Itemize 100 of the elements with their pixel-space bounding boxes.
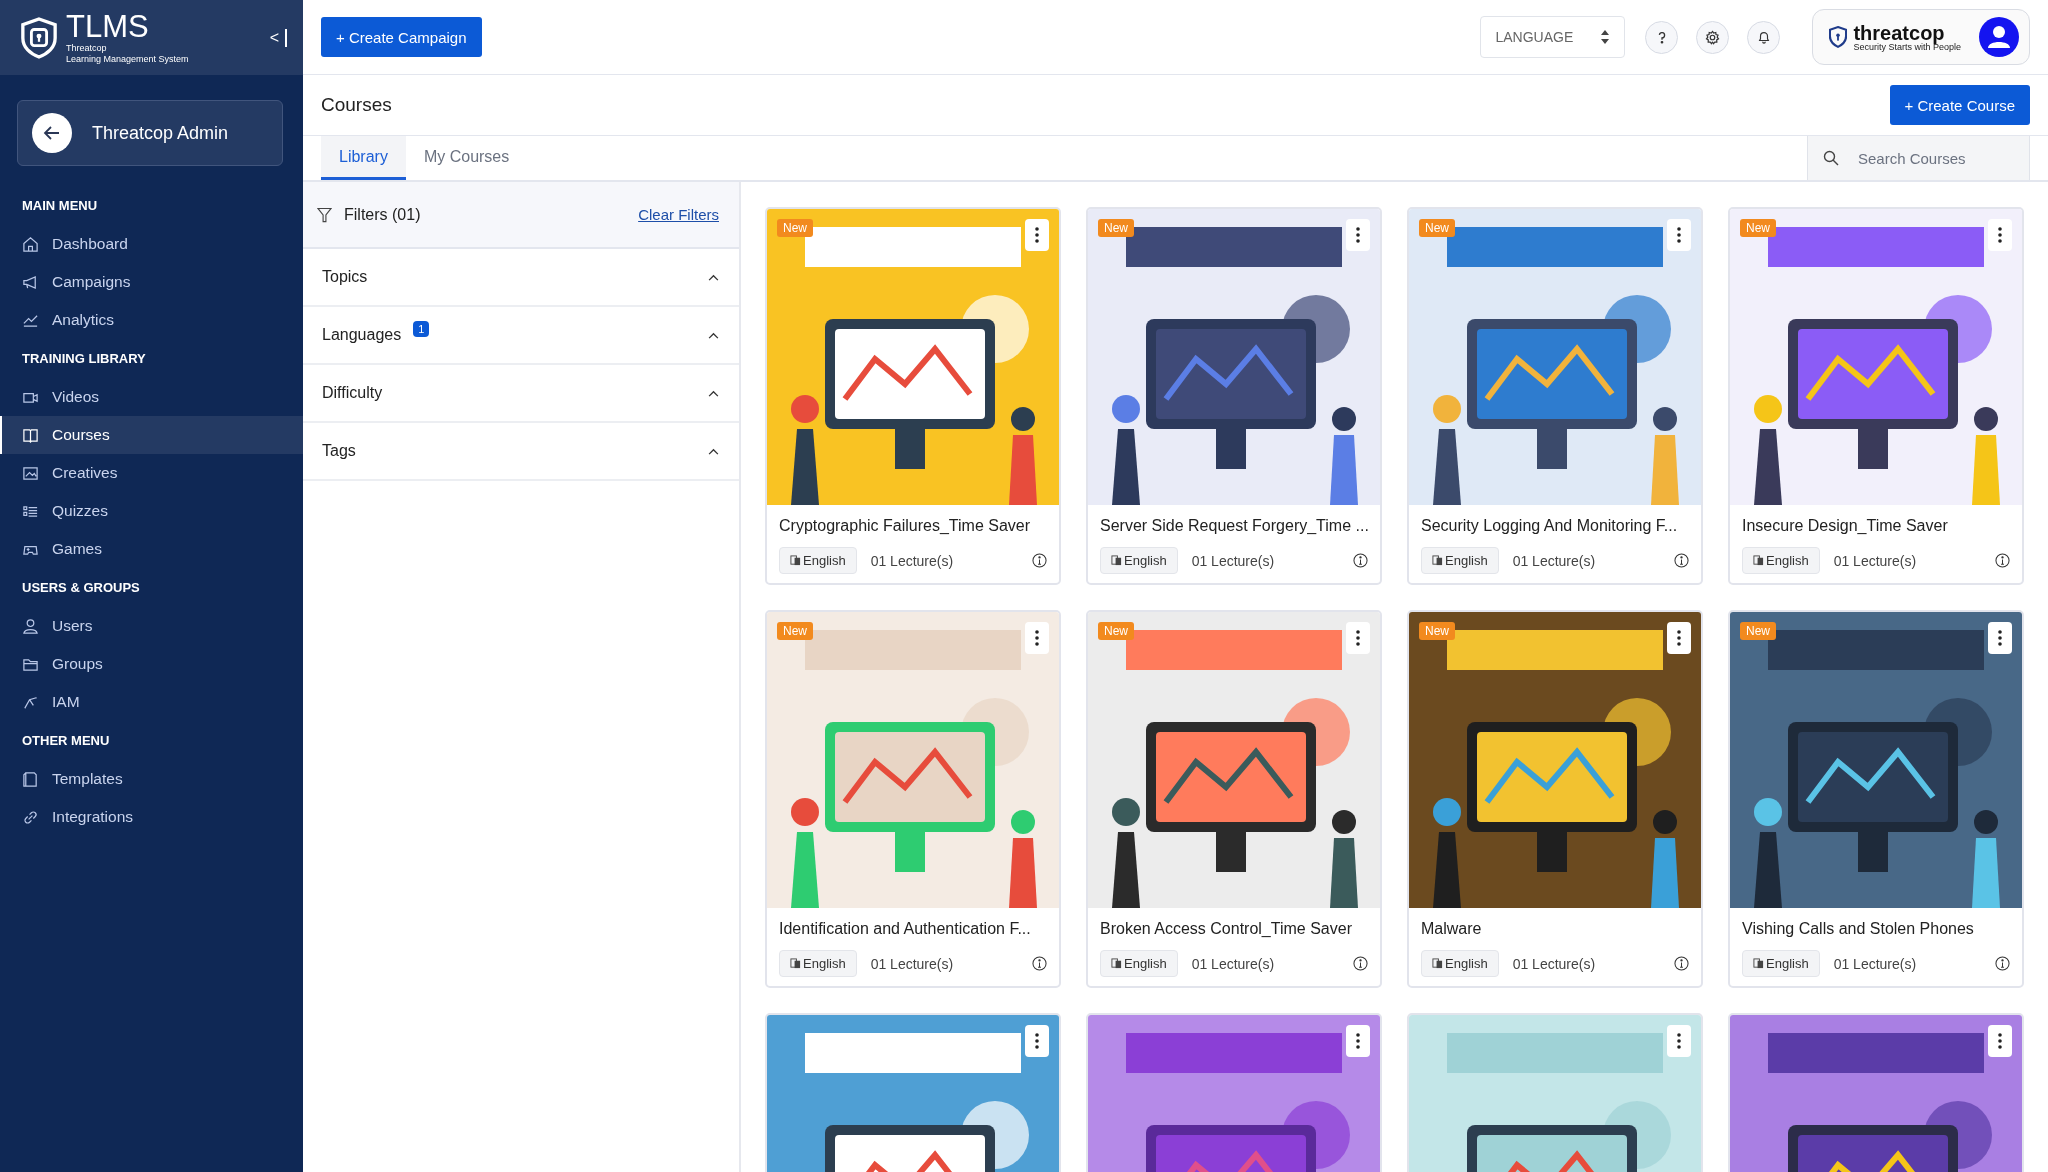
more-icon (1677, 630, 1681, 646)
course-title: Broken Access Control_Time Saver (1100, 920, 1353, 938)
avatar-icon (1979, 17, 2019, 57)
nav-item[interactable]: Analytics (0, 301, 303, 339)
more-options-button[interactable] (1346, 1025, 1370, 1057)
filter-group[interactable]: Topics (303, 249, 739, 307)
course-card[interactable]: New Server Side Request Forgery_Time ... English 01 Lecture(s) (1086, 207, 1382, 585)
search-icon (1823, 150, 1839, 166)
language-tag: English (1742, 547, 1820, 574)
nav-item[interactable]: Templates (0, 760, 303, 798)
info-icon (1674, 553, 1689, 568)
more-icon (1035, 1033, 1039, 1049)
course-card[interactable]: New Broken Access Control_Time Saver English 01 Lecture(s) (1086, 610, 1382, 988)
section-heading: OTHER MENU (21, 733, 111, 748)
info-icon (1353, 956, 1368, 971)
section-heading: TRAINING LIBRARY (21, 351, 147, 366)
lecture-count: 01 Lecture(s) (1191, 552, 1275, 569)
document-icon (22, 770, 39, 788)
more-options-button[interactable] (1667, 622, 1691, 654)
more-icon (1356, 227, 1360, 243)
more-options-button[interactable] (1346, 219, 1370, 251)
new-badge: New (1419, 219, 1455, 237)
lecture-count: 01 Lecture(s) (870, 552, 954, 569)
nav-item[interactable]: Quizzes (0, 492, 303, 530)
more-options-button[interactable] (1025, 219, 1049, 251)
lecture-count: 01 Lecture(s) (870, 955, 954, 972)
settings-icon (1705, 29, 1721, 45)
user-icon (22, 617, 39, 635)
section-heading: MAIN MENU (21, 198, 99, 213)
more-options-button[interactable] (1025, 1025, 1049, 1057)
nav-item[interactable]: Courses (0, 416, 303, 454)
nav-item[interactable]: Users (0, 607, 303, 645)
course-card[interactable]: New Insecure Design_Time Saver English 01 Lecture(s) (1728, 207, 2024, 585)
company-name: threatcop (1853, 22, 1945, 43)
course-title: Server Side Request Forgery_Time ... (1100, 517, 1368, 535)
language-tag: English (1100, 547, 1178, 574)
create-campaign-button[interactable]: + Create Campaign (321, 17, 482, 57)
lecture-count: 01 Lecture(s) (1833, 955, 1917, 972)
nav-item[interactable]: IAM (0, 683, 303, 721)
language-tag: English (779, 950, 857, 977)
more-options-button[interactable] (1988, 1025, 2012, 1057)
tab[interactable]: My Courses (405, 136, 528, 180)
account-card[interactable]: Threatcop Admin (17, 100, 283, 166)
language-tag: English (1100, 950, 1178, 977)
shield-logo-icon (20, 16, 58, 59)
more-options-button[interactable] (1346, 622, 1370, 654)
nav-item[interactable]: Groups (0, 645, 303, 683)
collapse-button[interactable]: < (263, 28, 287, 47)
nav-item[interactable]: Integrations (0, 798, 303, 836)
course-card[interactable]: New Identification and Authentication F... English 01 Lecture(s) (765, 610, 1061, 988)
clear-filters-link[interactable]: Clear Filters (638, 206, 719, 223)
help-button[interactable] (1645, 20, 1679, 54)
tab[interactable]: Library (321, 136, 406, 180)
filter-label: Languages (322, 326, 402, 344)
count-badge: 1 (413, 321, 430, 337)
notifications-button[interactable] (1747, 20, 1781, 54)
language-select[interactable]: LANGUAGE (1480, 16, 1626, 58)
company-account[interactable]: threatcop Security Starts with People (1812, 9, 2030, 65)
nav-item[interactable]: Dashboard (0, 225, 303, 263)
nav-item[interactable]: Campaigns (0, 263, 303, 301)
language-tag: English (779, 547, 857, 574)
lecture-count: 01 Lecture(s) (1512, 552, 1596, 569)
language-tag: English (1421, 950, 1499, 977)
info-icon (1674, 956, 1689, 971)
image-icon (22, 464, 39, 482)
shield-logo-icon (1829, 26, 1848, 48)
nav-item[interactable]: Creatives (0, 454, 303, 492)
course-card[interactable]: New Security Logging And Monitoring F... English 01 Lecture(s) (1407, 207, 1703, 585)
more-options-button[interactable] (1988, 219, 2012, 251)
more-icon (1356, 630, 1360, 646)
course-title: Identification and Authentication F... (779, 920, 1032, 938)
more-icon (1998, 227, 2002, 243)
more-options-button[interactable] (1988, 622, 2012, 654)
brand-tagline: Threatcop (66, 44, 108, 53)
course-card[interactable]: New Cryptographic Failures_Time Saver English 01 Lecture(s) (765, 207, 1061, 585)
filter-label: Difficulty (322, 384, 383, 402)
filter-group[interactable]: Tags (303, 423, 739, 481)
language-tag: English (1421, 547, 1499, 574)
course-card[interactable]: New Vishing Calls and Stolen Phones English 01 Lecture(s) (1728, 610, 2024, 988)
course-title: Security Logging And Monitoring F... (1421, 517, 1679, 535)
create-course-button[interactable]: + Create Course (1889, 85, 2030, 125)
new-badge: New (1740, 219, 1776, 237)
more-options-button[interactable] (1667, 1025, 1691, 1057)
more-icon (1677, 227, 1681, 243)
course-title: Vishing Calls and Stolen Phones (1742, 920, 1975, 938)
search-field[interactable]: Search Courses (1807, 136, 2030, 180)
info-icon (1032, 956, 1047, 971)
home-icon (22, 235, 39, 253)
more-options-button[interactable] (1025, 622, 1049, 654)
filter-group[interactable]: Languages 1 (303, 307, 739, 365)
nav-item[interactable]: Videos (0, 378, 303, 416)
settings-button[interactable] (1696, 20, 1730, 54)
language-tag: English (1742, 950, 1820, 977)
more-options-button[interactable] (1667, 219, 1691, 251)
new-badge: New (1419, 622, 1455, 640)
info-icon (1995, 553, 2010, 568)
filter-icon (317, 206, 332, 223)
course-card[interactable]: New Malware English 01 Lecture(s) (1407, 610, 1703, 988)
filter-group[interactable]: Difficulty (303, 365, 739, 423)
nav-item[interactable]: Games (0, 530, 303, 568)
